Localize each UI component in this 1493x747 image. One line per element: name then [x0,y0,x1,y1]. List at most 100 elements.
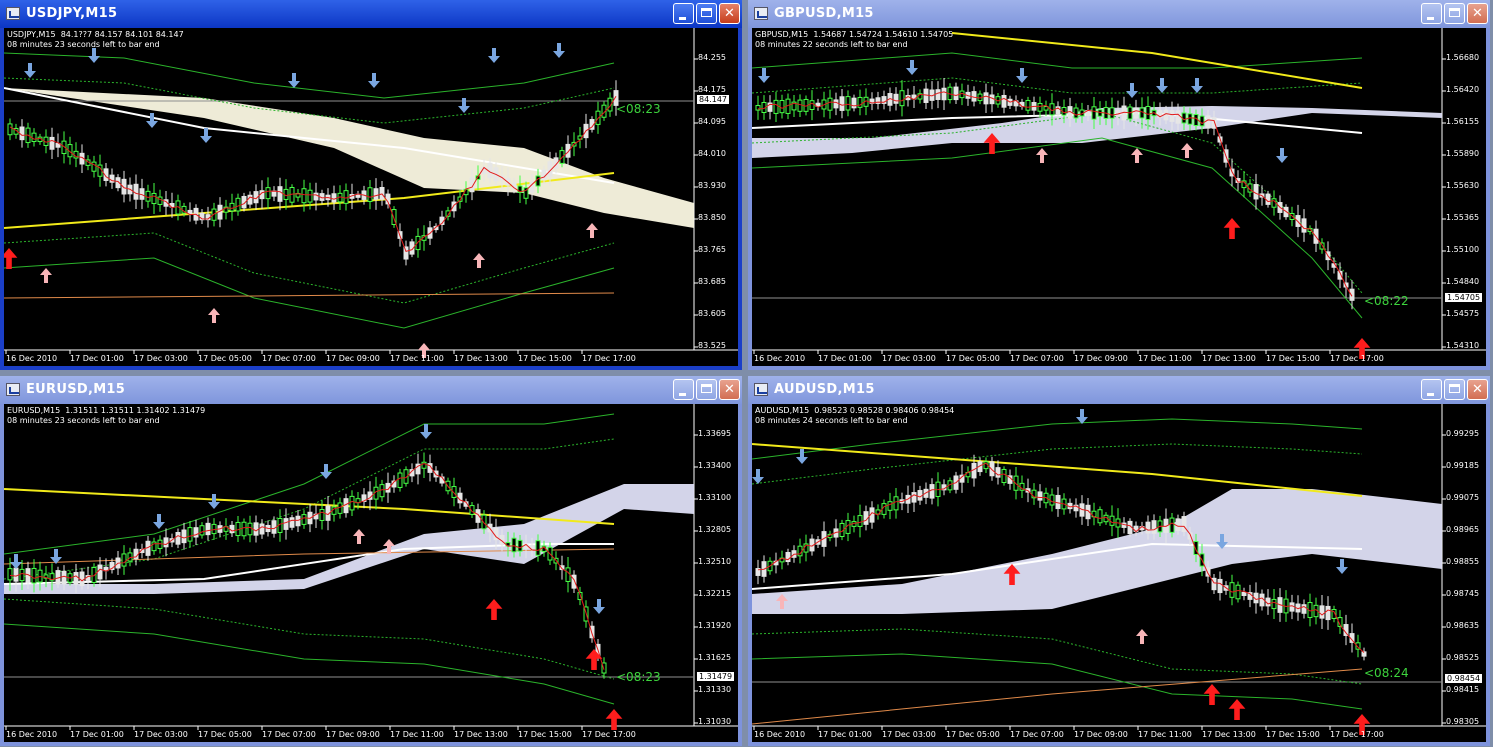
price-label: 84.095 [698,117,726,126]
candle-body [331,193,337,203]
candle-body [259,523,265,535]
yellow-ma-line [752,443,1363,497]
candle-body [917,490,923,501]
sell-signal-arrow-icon [368,73,380,88]
price-label: 1.56420 [1446,85,1480,94]
candle-body [797,99,803,112]
candle-body [511,537,517,553]
minimize-button[interactable] [1421,3,1442,24]
candle-body [773,99,779,114]
candle-body [1325,605,1331,621]
candle-body [229,524,235,534]
buy-signal-arrow-icon [473,253,485,268]
buy-signal-arrow-icon [1203,684,1221,705]
candle-body [349,495,355,511]
time-label: 16 Dec 2010 [754,730,806,739]
sell-signal-arrow-icon [320,464,332,479]
time-label: 17 Dec 07:00 [1010,354,1064,363]
chart-window-eurusd[interactable]: EURUSD,M15 ✕ EURUSD,M15 1.31511 1.31511 … [0,376,742,746]
minimize-icon [674,4,693,23]
time-label: 17 Dec 11:00 [1138,354,1192,363]
candle-body [1271,198,1277,208]
candle-body [7,123,13,136]
time-label: 16 Dec 2010 [6,730,58,739]
time-label: 17 Dec 07:00 [262,730,316,739]
price-label: 0.99075 [1446,493,1480,502]
price-chart[interactable] [4,28,738,366]
candle-body [367,187,373,202]
minimize-button[interactable] [673,379,694,400]
candle-body [151,192,157,205]
price-label: 1.54310 [1446,341,1480,350]
close-button[interactable]: ✕ [1467,3,1488,24]
candle-body [857,515,863,527]
candle-body [187,527,193,542]
price-chart[interactable] [752,404,1486,742]
sell-signal-arrow-icon [420,424,432,439]
close-button[interactable]: ✕ [1467,379,1488,400]
price-label: 1.31920 [698,621,732,630]
chart-window-gbpusd[interactable]: GBPUSD,M15 ✕ GBPUSD,M15 1.54687 1.54724 … [748,0,1490,370]
buy-signal-arrow-icon [1136,629,1148,644]
candle-body [923,88,929,103]
upper-band-line [752,52,1363,69]
symbol-ohlc: AUDUSD,M15 0.98523 0.98528 0.98406 0.984… [755,406,955,415]
candle-body [1211,117,1217,129]
maximize-button[interactable] [696,379,717,400]
time-label: 17 Dec 01:00 [70,730,124,739]
time-label: 17 Dec 09:00 [1074,354,1128,363]
buy-signal-arrow-icon [1228,699,1246,720]
close-button[interactable]: ✕ [719,3,740,24]
sell-signal-arrow-icon [796,449,808,464]
price-label: 1.31030 [698,717,732,726]
candle-body [1097,509,1103,524]
candle-body [283,518,289,530]
maximize-button[interactable] [696,3,717,24]
close-icon: ✕ [1472,6,1483,21]
buy-signal-arrow-icon [605,709,623,730]
sell-signal-arrow-icon [1016,68,1028,83]
maximize-button[interactable] [1444,379,1465,400]
buy-signal-arrow-icon [1131,148,1143,163]
chart-window-audusd[interactable]: AUDUSD,M15 ✕ AUDUSD,M15 0.98523 0.98528 … [748,376,1490,746]
title-bar[interactable]: AUDUSD,M15 ✕ [748,376,1490,404]
chart-area[interactable]: USDJPY,M15 84.1??7 84.157 84.101 84.147 0… [4,28,738,366]
maximize-icon [697,4,716,23]
chart-area[interactable]: EURUSD,M15 1.31511 1.31511 1.31402 1.314… [4,404,738,742]
candle-body [229,202,235,212]
price-label: 0.98965 [1446,525,1480,534]
chart-area[interactable]: AUDUSD,M15 0.98523 0.98528 0.98406 0.984… [752,404,1486,742]
countdown-label: <08:24 [1364,666,1409,680]
price-chart[interactable] [752,28,1486,366]
minimize-button[interactable] [1421,379,1442,400]
candle-body [1175,518,1181,531]
buy-signal-arrow-icon [586,223,598,238]
title-bar[interactable]: USDJPY,M15 ✕ [0,0,742,28]
candle-body [13,567,19,582]
time-label: 17 Dec 09:00 [326,730,380,739]
candle-body [295,515,301,527]
chart-window-usdjpy[interactable]: USDJPY,M15 ✕ USDJPY,M15 84.1??7 84.157 8… [0,0,742,370]
time-label: 17 Dec 15:00 [1266,730,1320,739]
price-label: 0.98525 [1446,653,1480,662]
candle-body [517,539,523,552]
candle-body [91,161,97,172]
title-bar[interactable]: EURUSD,M15 ✕ [0,376,742,404]
title-bar[interactable]: GBPUSD,M15 ✕ [748,0,1490,28]
chart-area[interactable]: GBPUSD,M15 1.54687 1.54724 1.54610 1.547… [752,28,1486,366]
candle-body [1217,578,1223,594]
price-label: 1.33400 [698,461,732,470]
price-label: 0.98305 [1446,717,1480,726]
candle-body [935,89,941,100]
price-chart[interactable] [4,404,738,742]
close-icon: ✕ [724,6,735,21]
close-icon: ✕ [724,382,735,397]
candle-body [265,187,271,200]
bar-timer-text: 08 minutes 22 seconds left to bar end [755,40,908,49]
candle-body [121,553,127,567]
buy-signal-arrow-icon [485,599,503,620]
close-button[interactable]: ✕ [719,379,740,400]
buy-signal-arrow-icon [208,308,220,323]
maximize-button[interactable] [1444,3,1465,24]
minimize-button[interactable] [673,3,694,24]
